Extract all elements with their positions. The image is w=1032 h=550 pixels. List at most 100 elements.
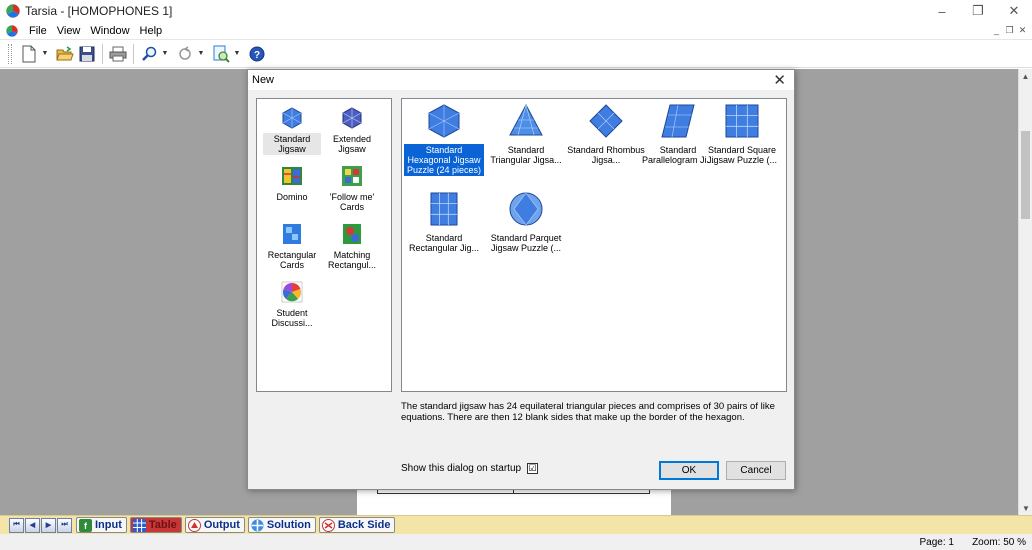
hexagon-puzzle-icon <box>428 104 460 138</box>
preview-button[interactable] <box>210 43 232 65</box>
template-parquet[interactable]: Standard Parquet Jigsaw Puzzle (... <box>486 191 566 254</box>
rotate-button[interactable] <box>174 43 196 65</box>
output-icon <box>187 518 201 532</box>
rotate-icon <box>179 45 191 60</box>
template-description: The standard jigsaw has 24 equilateral t… <box>401 401 775 423</box>
solution-icon <box>251 519 264 531</box>
new-dialog: New ✕ Standard Jigsaw Extended Jigsaw Do… <box>247 69 795 490</box>
dialog-title-bar[interactable]: New ✕ <box>248 70 794 90</box>
scroll-up-arrow[interactable]: ▲ <box>1019 69 1032 83</box>
help-button[interactable]: ? <box>246 43 268 65</box>
dialog-title: New <box>252 74 275 86</box>
prev-sheet-button[interactable]: ◀ <box>25 517 40 533</box>
toolbar-grip[interactable] <box>8 43 12 64</box>
template-label: Standard Rectangular Jig... <box>408 233 480 253</box>
new-button[interactable] <box>18 43 40 65</box>
scroll-thumb[interactable] <box>1021 131 1030 219</box>
parquet-puzzle-icon <box>509 192 543 226</box>
zoom-button[interactable] <box>138 43 160 65</box>
help-icon: ? <box>249 46 265 61</box>
tab-label: Output <box>203 519 240 531</box>
category-label: 'Follow me' Cards <box>329 192 375 212</box>
ok-button[interactable]: OK <box>659 461 719 480</box>
extended-jigsaw-icon <box>342 107 362 129</box>
scroll-down-arrow[interactable]: ▼ <box>1019 501 1032 515</box>
category-list: Standard Jigsaw Extended Jigsaw Domino '… <box>256 98 392 392</box>
triangle-puzzle-icon <box>509 103 543 136</box>
close-button[interactable]: ✕ <box>996 0 1032 22</box>
category-label: Rectangular Cards <box>267 250 317 270</box>
tab-input[interactable]: f Input <box>76 517 127 533</box>
save-button[interactable] <box>76 43 98 65</box>
category-extended-jigsaw[interactable]: Extended Jigsaw <box>323 107 381 155</box>
document-window-controls: _ ❐ ✕ <box>991 24 1028 36</box>
template-triangular[interactable]: Standard Triangular Jigsa... <box>486 103 566 166</box>
document-page[interactable] <box>357 487 671 515</box>
zoom-indicator: Zoom: 50 % <box>972 537 1026 548</box>
template-hexagonal[interactable]: Standard Hexagonal Jigsaw Puzzle (24 pie… <box>404 103 484 176</box>
open-button[interactable] <box>54 43 76 65</box>
print-button[interactable] <box>107 43 129 65</box>
tarsia-app-icon <box>6 4 20 18</box>
new-dropdown[interactable]: ▼ <box>40 43 50 65</box>
last-sheet-button[interactable]: ⏭ <box>57 517 72 533</box>
student-discussion-icon <box>281 281 303 303</box>
cancel-button[interactable]: Cancel <box>726 461 786 480</box>
toolbar-separator <box>102 43 103 64</box>
tab-label: Table <box>148 519 177 531</box>
save-icon <box>79 46 95 61</box>
doc-close-button[interactable]: ✕ <box>1017 24 1028 36</box>
window-controls: – ❐ ✕ <box>924 0 1032 22</box>
hex-jigsaw-icon <box>282 107 302 129</box>
window-title: Tarsia - [HOMOPHONES 1] <box>25 4 173 18</box>
sheet-tab-bar: ⏮ ◀ ▶ ⏭ f Input Table Output Solution Ba… <box>0 515 1032 534</box>
vertical-scrollbar[interactable]: ▲ ▼ <box>1018 69 1032 515</box>
print-icon <box>109 46 127 61</box>
show-on-startup-label: Show this dialog on startup <box>401 463 522 474</box>
rotate-dropdown[interactable]: ▼ <box>196 43 206 65</box>
template-rhombus[interactable]: Standard Rhombus Jigsa... <box>566 103 646 166</box>
tab-back-side[interactable]: Back Side <box>318 517 396 533</box>
show-on-startup-checkbox[interactable]: ☑ <box>527 463 539 474</box>
dialog-close-button[interactable]: ✕ <box>773 71 786 89</box>
menu-bar: File View Window Help _ ❐ ✕ <box>0 22 1032 40</box>
menu-window[interactable]: Window <box>85 25 134 37</box>
menu-view[interactable]: View <box>52 25 86 37</box>
rectangular-cards-icon <box>283 224 301 244</box>
category-follow-me-cards[interactable]: 'Follow me' Cards <box>323 165 381 213</box>
menu-file[interactable]: File <box>24 25 52 37</box>
status-bar: Page: 1 Zoom: 50 % <box>0 534 1032 550</box>
zoom-dropdown[interactable]: ▼ <box>160 43 170 65</box>
template-square[interactable]: Standard Square Jigsaw Puzzle (... <box>702 103 782 166</box>
follow-me-icon <box>342 166 362 186</box>
category-label: Domino <box>276 192 308 202</box>
category-rectangular-cards[interactable]: Rectangular Cards <box>263 223 321 271</box>
tab-table[interactable]: Table <box>129 517 182 533</box>
template-label: Standard Hexagonal Jigsaw Puzzle (24 pie… <box>404 144 484 176</box>
category-matching-rectangular[interactable]: Matching Rectangul... <box>323 223 381 271</box>
title-bar: Tarsia - [HOMOPHONES 1] – ❐ ✕ <box>0 0 1032 22</box>
template-rectangular[interactable]: Standard Rectangular Jig... <box>404 191 484 254</box>
svg-text:?: ? <box>254 50 260 61</box>
template-label: Standard Triangular Jigsa... <box>490 145 562 165</box>
category-domino[interactable]: Domino <box>263 165 321 203</box>
toolbar-separator <box>133 43 134 64</box>
open-icon <box>56 45 74 60</box>
category-label: Standard Jigsaw <box>263 133 321 155</box>
restore-button[interactable]: ❐ <box>960 0 996 22</box>
category-student-discussion[interactable]: Student Discussi... <box>263 281 321 329</box>
menu-help[interactable]: Help <box>135 25 168 37</box>
preview-dropdown[interactable]: ▼ <box>232 43 242 65</box>
document-icon[interactable] <box>6 24 18 37</box>
first-sheet-button[interactable]: ⏮ <box>9 517 24 533</box>
doc-restore-button[interactable]: ❐ <box>1004 24 1015 36</box>
tab-label: Back Side <box>337 519 391 531</box>
doc-minimize-button[interactable]: _ <box>991 24 1002 36</box>
category-label: Matching Rectangul... <box>327 250 377 270</box>
new-icon <box>22 45 36 62</box>
tab-solution[interactable]: Solution <box>247 517 316 533</box>
tab-output[interactable]: Output <box>184 517 245 533</box>
next-sheet-button[interactable]: ▶ <box>41 517 56 533</box>
minimize-button[interactable]: – <box>924 0 960 22</box>
category-standard-jigsaw[interactable]: Standard Jigsaw <box>263 107 321 155</box>
